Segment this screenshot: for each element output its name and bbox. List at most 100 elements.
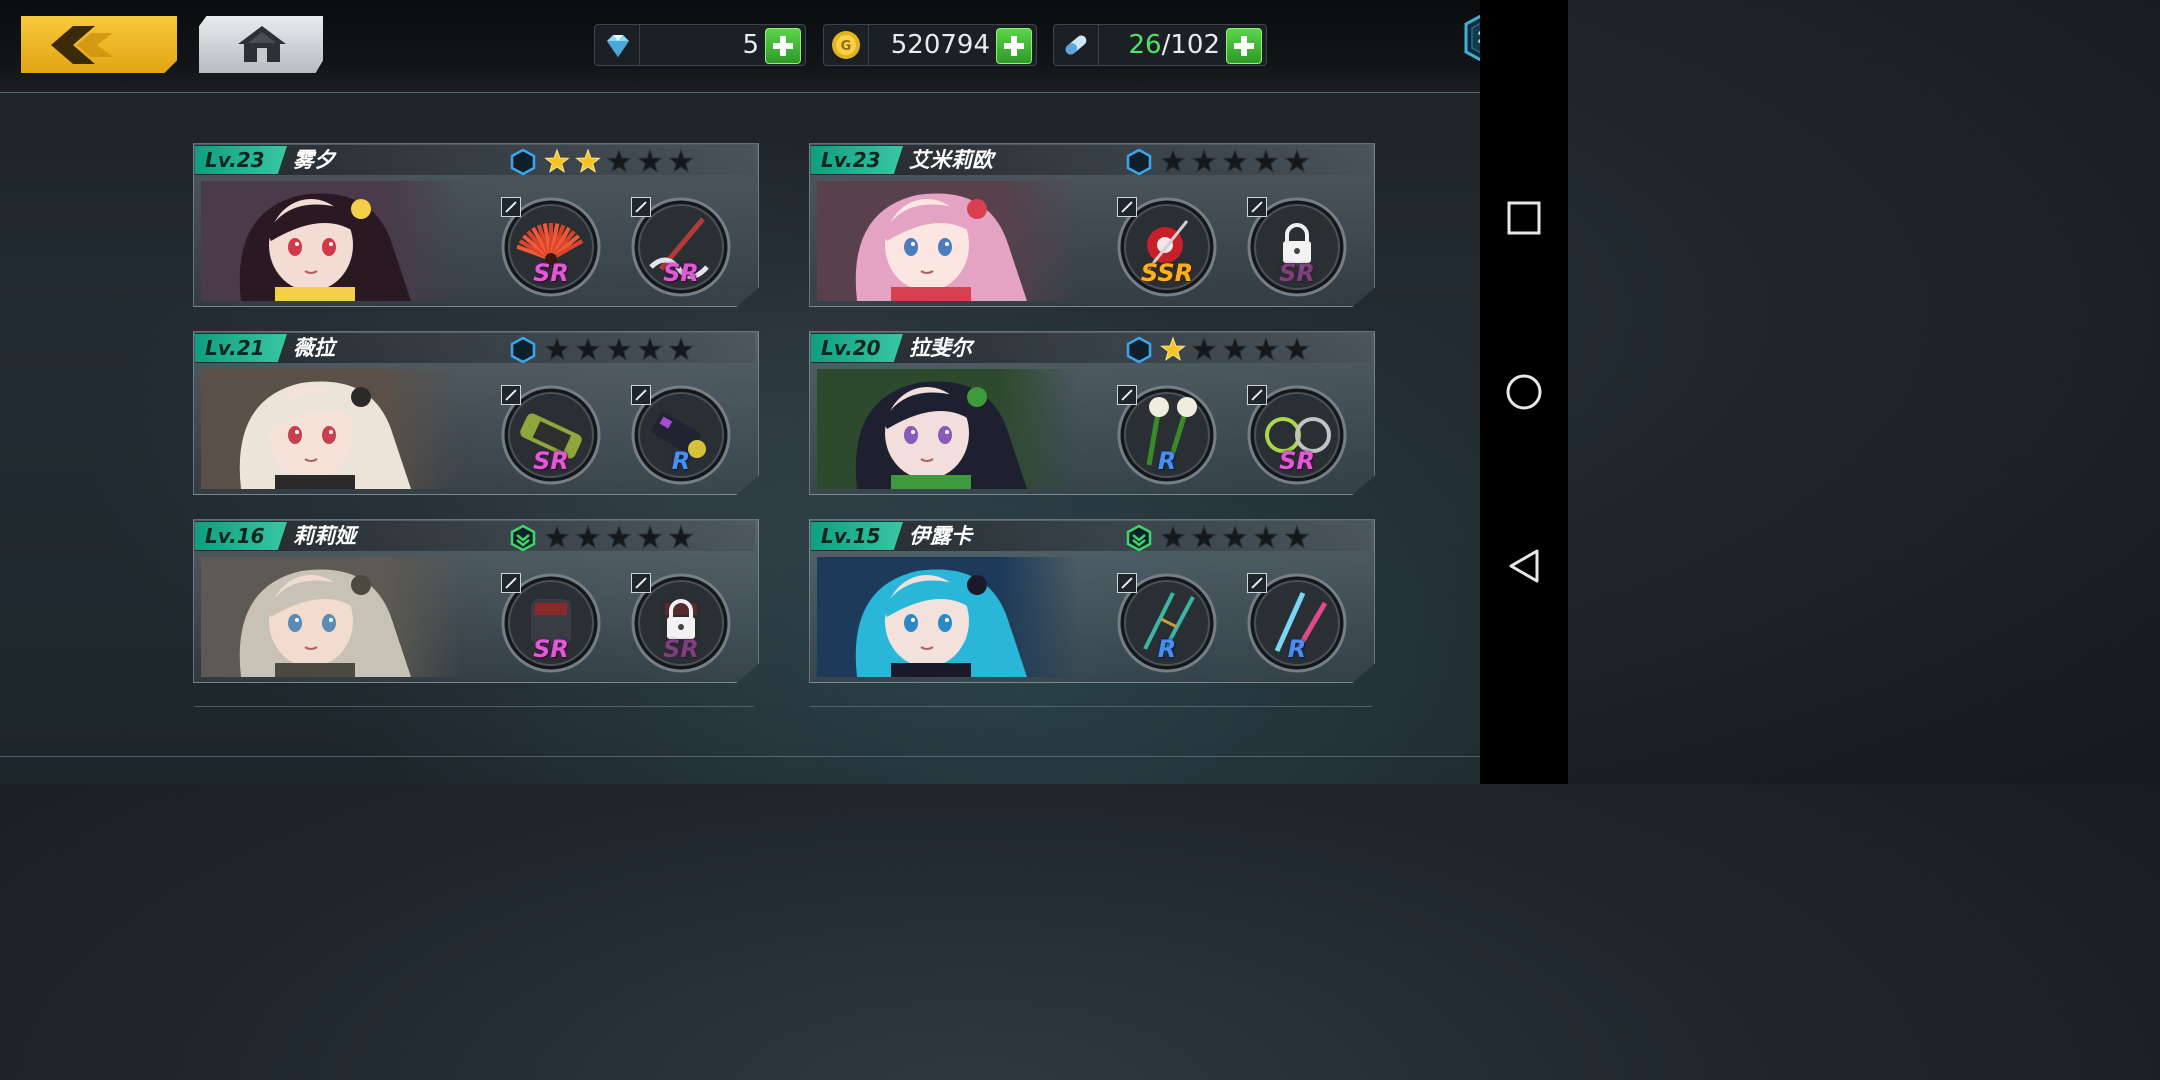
star-icon [1160,148,1186,173]
star-icon [575,524,601,549]
star-icon [606,148,632,173]
edit-icon[interactable] [501,197,521,217]
top-bar: 5 G 520794 26/102 [0,0,1480,93]
dropdown-menu-icon[interactable] [1460,8,1480,68]
list-divider [194,706,754,707]
character-portrait [817,557,1079,677]
star-icon [1222,336,1248,361]
gold-counter: G 520794 [823,24,1037,66]
star-icon [1160,524,1186,549]
stamina-current: 26 [1128,30,1162,60]
star-icon [1284,148,1310,173]
edit-icon[interactable] [631,385,651,405]
home-button[interactable] [199,16,323,73]
character-card[interactable]: Lv.23 艾米莉欧 SSR SR [809,143,1375,307]
character-name: 薇拉 [293,336,335,360]
rarity-label: SR [663,635,699,663]
weapon-slot[interactable]: R [1117,573,1217,673]
character-card[interactable]: Lv.23 雾夕 SR SR [193,143,759,307]
home-icon [238,26,286,62]
character-card[interactable]: Lv.21 薇拉 SR R [193,331,759,495]
star-icon [668,336,694,361]
level-badge: Lv.20 [811,334,903,362]
stamina-counter: 26/102 [1053,24,1267,66]
character-name: 雾夕 [293,148,335,172]
edit-icon[interactable] [1247,573,1267,593]
back-nav-icon[interactable] [1497,539,1551,593]
add-gold-button[interactable] [996,28,1032,64]
character-card[interactable]: Lv.15 伊露卡 R R [809,519,1375,683]
star-icon [1191,524,1217,549]
recent-apps-icon[interactable] [1497,191,1551,245]
crystal-counter: 5 [594,24,806,66]
edit-icon[interactable] [1117,385,1137,405]
character-portrait [201,557,463,677]
star-icon [1253,524,1279,549]
weapon-slot[interactable]: SR [501,197,601,297]
star-rating [544,524,694,549]
rank-up-icon [1126,524,1152,552]
gold-value: 520794 [890,30,990,60]
weapon-slot[interactable]: SR [501,385,601,485]
weapon-slot[interactable]: R [1117,385,1217,485]
edit-icon[interactable] [501,385,521,405]
star-icon [668,148,694,173]
level-badge: Lv.16 [195,522,287,550]
add-crystal-button[interactable] [765,28,801,64]
star-icon [637,148,663,173]
divider [868,25,869,65]
weapon-slot[interactable]: R [1247,573,1347,673]
star-icon [1191,336,1217,361]
star-icon [544,524,570,549]
character-portrait [817,181,1079,301]
character-name: 艾米莉欧 [909,148,993,172]
class-hex-icon [1126,148,1152,176]
edit-icon[interactable] [501,573,521,593]
edit-icon[interactable] [631,197,651,217]
rarity-label: SR [533,447,569,475]
weapon-slot[interactable]: SR [631,573,731,673]
level-badge: Lv.15 [811,522,903,550]
rarity-label: R [1287,635,1307,663]
edit-icon[interactable] [631,573,651,593]
divider [639,25,640,65]
weapon-slot[interactable]: R [631,385,731,485]
star-icon [1284,524,1310,549]
character-card[interactable]: Lv.20 拉斐尔 R SR [809,331,1375,495]
divider [1098,25,1099,65]
star-icon [1160,336,1186,361]
star-icon [637,524,663,549]
stamina-capsule-icon [1065,35,1087,55]
star-icon [544,148,570,173]
weapon-slot[interactable]: SSR [1117,197,1217,297]
gold-coin-icon: G [832,31,860,59]
weapon-slot[interactable]: SR [631,197,731,297]
edit-icon[interactable] [1247,385,1267,405]
level-badge: Lv.21 [195,334,287,362]
star-icon [544,336,570,361]
star-icon [1284,336,1310,361]
character-name: 伊露卡 [909,524,972,548]
character-name: 莉莉娅 [293,524,356,548]
star-icon [575,336,601,361]
star-icon [1222,148,1248,173]
rarity-label: SR [1279,259,1315,287]
character-card[interactable]: Lv.16 莉莉娅 SR SR [193,519,759,683]
star-icon [575,148,601,173]
rarity-label: R [671,447,691,475]
rarity-label: SR [533,635,569,663]
edit-icon[interactable] [1117,573,1137,593]
home-nav-icon[interactable] [1497,365,1551,419]
bottom-border [0,756,1480,757]
crystal-icon [607,35,629,57]
star-icon [1191,148,1217,173]
weapon-slot[interactable]: SR [1247,197,1347,297]
edit-icon[interactable] [1117,197,1137,217]
edit-icon[interactable] [1247,197,1267,217]
add-stamina-button[interactable] [1226,28,1262,64]
rarity-label: SSR [1140,259,1194,287]
weapon-slot[interactable]: SR [501,573,601,673]
back-button[interactable] [21,16,177,73]
back-arrow-icon [51,26,113,64]
weapon-slot[interactable]: SR [1247,385,1347,485]
